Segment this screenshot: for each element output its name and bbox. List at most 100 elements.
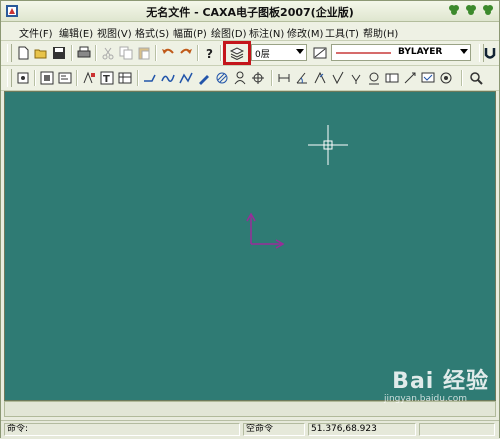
status-extra [419, 423, 495, 436]
menu-view[interactable]: 视图(V) [97, 25, 132, 40]
command-state: 空命令 [243, 423, 305, 436]
maximize-clover-icon[interactable] [464, 3, 478, 17]
table-button[interactable] [116, 69, 134, 87]
save-button[interactable] [50, 44, 68, 62]
datum-button[interactable] [311, 69, 329, 87]
frame-button[interactable] [56, 69, 74, 87]
edit-dimension-button[interactable] [401, 69, 419, 87]
status-bar: 命令: 空命令 51.376,68.923 [1, 420, 499, 439]
copy-button[interactable] [117, 44, 135, 62]
chevron-down-icon [296, 49, 304, 54]
linear-dimension-button[interactable] [275, 69, 293, 87]
close-clover-icon[interactable] [481, 3, 495, 17]
print-button[interactable] [75, 44, 93, 62]
curve-button[interactable] [159, 69, 177, 87]
window-title: 无名文件 - CAXA电子图板2007(企业版) [146, 6, 354, 19]
pen-button[interactable] [195, 69, 213, 87]
undo-arrow-icon [162, 48, 174, 54]
curve-icon [161, 74, 175, 82]
tolerance-icon [385, 73, 399, 83]
menu-modify[interactable]: 修改(M) [287, 25, 323, 40]
command-prompt[interactable]: 命令: [4, 423, 240, 436]
line-icon [144, 74, 156, 82]
menu-bar: 文件(F) 编辑(E) 视图(V) 格式(S) 幅面(P) 绘图(D) 标注(N… [1, 22, 499, 41]
line-button[interactable] [141, 69, 159, 87]
query-button[interactable] [467, 69, 485, 87]
hole-button[interactable] [437, 69, 455, 87]
snap-button[interactable] [14, 69, 32, 87]
folder-open-icon [34, 49, 47, 59]
ucs-axis-icon [246, 212, 285, 249]
minimize-clover-icon[interactable] [447, 3, 461, 17]
window-controls [447, 3, 495, 19]
array-icon [83, 71, 95, 84]
paste-icon [138, 47, 150, 60]
crosshair-icon [252, 72, 264, 84]
paste-button[interactable] [135, 44, 153, 62]
svg-text:?: ? [206, 47, 213, 60]
hatch-icon [216, 72, 228, 84]
menu-dimension[interactable]: 标注(N) [249, 25, 284, 40]
linetype-combo[interactable]: BYLAYER [331, 44, 471, 61]
roughness-icon [332, 71, 344, 85]
block-button[interactable] [38, 69, 56, 87]
linetype-sample-line [336, 52, 391, 54]
weld-button[interactable] [347, 69, 365, 87]
copy-icon [119, 46, 133, 60]
snap-icon [17, 72, 29, 84]
layer-combo[interactable]: 0层 [251, 44, 307, 61]
coordinate-readout: 51.376,68.923 [308, 423, 416, 436]
roughness-button[interactable] [329, 69, 347, 87]
text-button[interactable]: T [98, 69, 116, 87]
menu-edit[interactable]: 编辑(E) [59, 25, 93, 40]
hatch-button[interactable] [213, 69, 231, 87]
undo-button[interactable] [159, 44, 177, 62]
table-icon [118, 72, 132, 84]
angle-dimension-button[interactable] [293, 69, 311, 87]
menu-sheet[interactable]: 幅面(P) [173, 25, 207, 40]
symbol-button[interactable] [231, 69, 249, 87]
floppy-disk-icon [53, 47, 65, 59]
leader-icon [369, 72, 379, 85]
redo-arrow-icon [180, 48, 192, 54]
menu-help[interactable]: 帮助(H) [363, 25, 398, 40]
layer-combo-value: 0层 [255, 50, 270, 60]
toolbar-grip[interactable] [7, 44, 12, 62]
tolerance-button[interactable] [383, 69, 401, 87]
leader-button[interactable] [365, 69, 383, 87]
dimension-icon [278, 74, 290, 82]
linetype-combo-value: BYLAYER [398, 47, 443, 57]
menu-draw[interactable]: 绘图(D) [211, 25, 247, 40]
app-window: 无名文件 - CAXA电子图板2007(企业版) 文件(F) 编辑(E) 视图(… [0, 0, 500, 439]
drawing-toolbar: T [1, 66, 499, 91]
open-file-button[interactable] [32, 44, 50, 62]
redo-button[interactable] [177, 44, 195, 62]
drawing-canvas[interactable] [4, 91, 496, 401]
crosshair-button[interactable] [249, 69, 267, 87]
standard-toolbar: ? 0层 BYLAYER [1, 41, 499, 66]
balloon-button[interactable] [419, 69, 437, 87]
linetype-button[interactable] [311, 44, 329, 62]
menu-file[interactable]: 文件(F) [19, 25, 53, 40]
printer-icon [77, 46, 91, 58]
menu-tools[interactable]: 工具(T) [325, 25, 359, 40]
polyline-button[interactable] [177, 69, 195, 87]
help-button[interactable]: ? [201, 44, 219, 62]
person-symbol-icon [234, 71, 246, 85]
extra-toolbar-button[interactable] [483, 44, 497, 62]
chevron-down-icon [460, 49, 468, 54]
title-bar: 无名文件 - CAXA电子图板2007(企业版) [1, 1, 499, 22]
magnet-icon [484, 48, 496, 59]
angle-dimension-icon [296, 72, 307, 84]
crosshair-cursor [308, 125, 348, 165]
text-icon: T [100, 71, 114, 85]
scissors-icon [102, 47, 114, 60]
new-file-button[interactable] [14, 44, 32, 62]
linetype-icon [313, 47, 327, 59]
array-button[interactable] [80, 69, 98, 87]
cut-button[interactable] [99, 44, 117, 62]
layer-control-button[interactable] [223, 41, 251, 65]
menu-format[interactable]: 格式(S) [135, 25, 169, 40]
toolbar-grip[interactable] [7, 69, 12, 87]
pen-icon [199, 75, 209, 85]
